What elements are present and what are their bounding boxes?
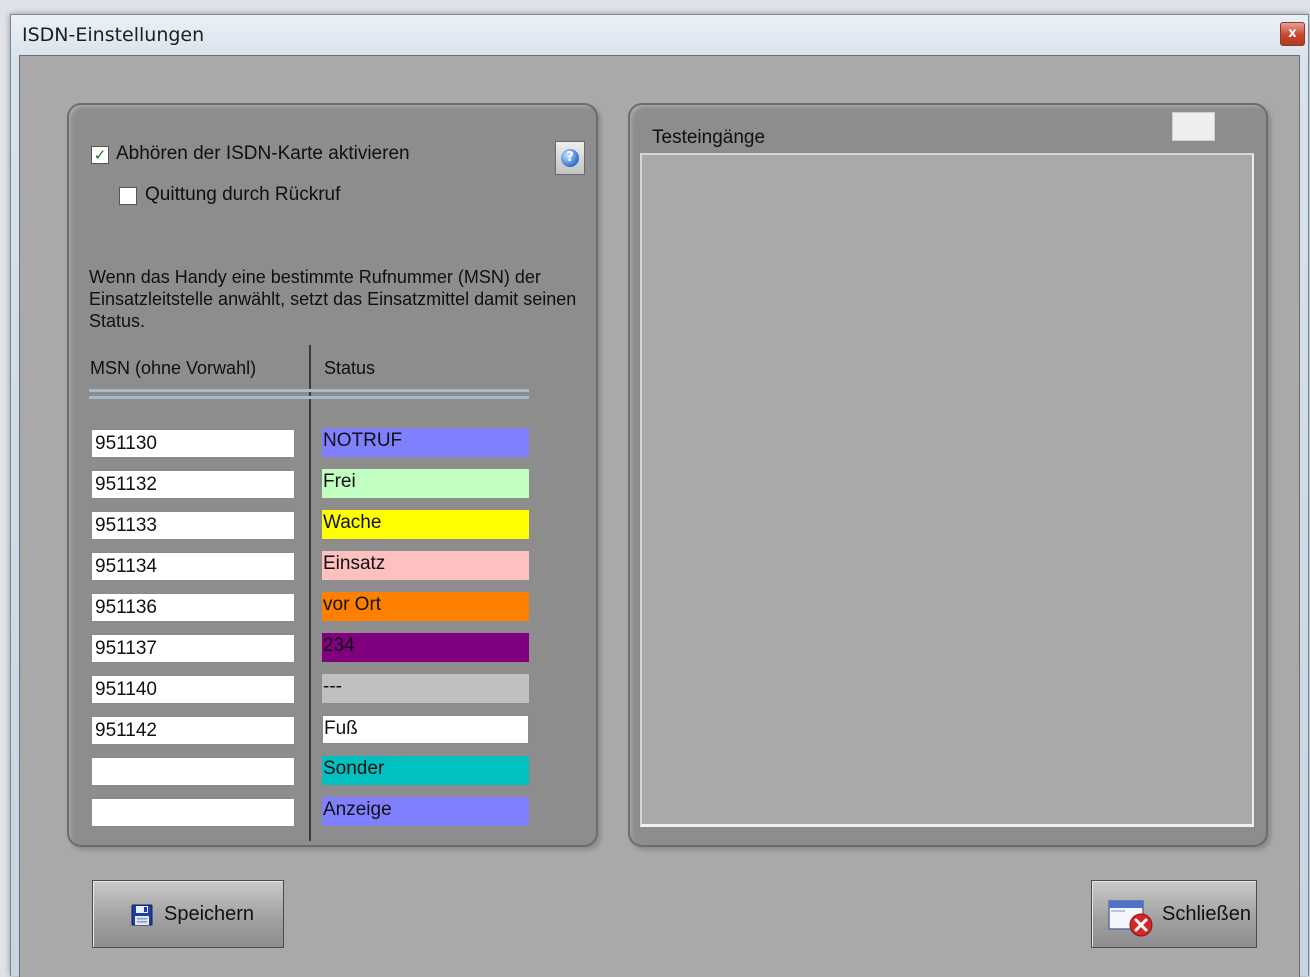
status-box-7[interactable]: ---: [322, 674, 529, 703]
msn-input-9[interactable]: [91, 757, 295, 786]
dialog-client-area: ✓ Abhören der ISDN-Karte aktivieren Quit…: [19, 55, 1300, 977]
checkmark-icon: ✓: [93, 146, 107, 164]
msn-input-6[interactable]: [91, 634, 295, 663]
status-box-8[interactable]: Fuß: [322, 715, 529, 744]
msn-input-3[interactable]: [91, 511, 295, 540]
header-rule: [89, 396, 529, 399]
window-close-icon: [1108, 900, 1153, 937]
msn-input-1[interactable]: [91, 429, 295, 458]
column-header-status: Status: [324, 358, 376, 378]
msn-settings-panel: ✓ Abhören der ISDN-Karte aktivieren Quit…: [67, 103, 598, 847]
enable-listening-checkbox[interactable]: ✓: [91, 146, 109, 164]
callback-ack-label[interactable]: Quittung durch Rückruf: [145, 184, 340, 206]
help-icon: ?: [561, 149, 579, 167]
msn-input-8[interactable]: [91, 716, 295, 745]
save-button[interactable]: Speichern: [92, 880, 284, 948]
save-button-label: Speichern: [164, 903, 255, 925]
test-inputs-list[interactable]: [640, 153, 1254, 827]
isdn-settings-window: ISDN-Einstellungen x ✓ Abhören der ISDN-…: [10, 14, 1309, 977]
status-box-2[interactable]: Frei: [322, 469, 529, 498]
test-inputs-indicator: [1172, 112, 1215, 141]
floppy-icon: [131, 904, 153, 926]
callback-ack-checkbox[interactable]: [119, 187, 137, 205]
test-inputs-panel: Testeingänge: [628, 103, 1268, 847]
close-icon: x: [1288, 26, 1297, 41]
header-rule: [89, 389, 529, 392]
close-button-label: Schließen: [1162, 903, 1251, 925]
status-box-3[interactable]: Wache: [322, 510, 529, 539]
msn-input-4[interactable]: [91, 552, 295, 581]
status-box-5[interactable]: vor Ort: [322, 592, 529, 621]
status-box-4[interactable]: Einsatz: [322, 551, 529, 580]
status-box-6[interactable]: 234: [322, 633, 529, 662]
msn-description: Wenn das Handy eine bestimmte Rufnummer …: [89, 267, 577, 331]
column-divider: [309, 345, 311, 841]
msn-input-2[interactable]: [91, 470, 295, 499]
test-inputs-title: Testeingänge: [652, 127, 766, 148]
status-box-9[interactable]: Sonder: [322, 756, 529, 785]
close-button[interactable]: Schließen: [1091, 880, 1257, 948]
help-button[interactable]: ?: [555, 141, 585, 175]
status-box-10[interactable]: Anzeige: [322, 797, 529, 826]
msn-input-5[interactable]: [91, 593, 295, 622]
msn-input-7[interactable]: [91, 675, 295, 704]
window-title: ISDN-Einstellungen: [22, 24, 205, 46]
enable-listening-label[interactable]: Abhören der ISDN-Karte aktivieren: [116, 143, 410, 165]
column-header-msn: MSN (ohne Vorwahl): [90, 358, 257, 378]
status-box-1[interactable]: NOTRUF: [322, 428, 529, 457]
window-close-button[interactable]: x: [1280, 22, 1305, 46]
msn-input-10[interactable]: [91, 798, 295, 827]
title-bar[interactable]: ISDN-Einstellungen x: [11, 15, 1308, 55]
